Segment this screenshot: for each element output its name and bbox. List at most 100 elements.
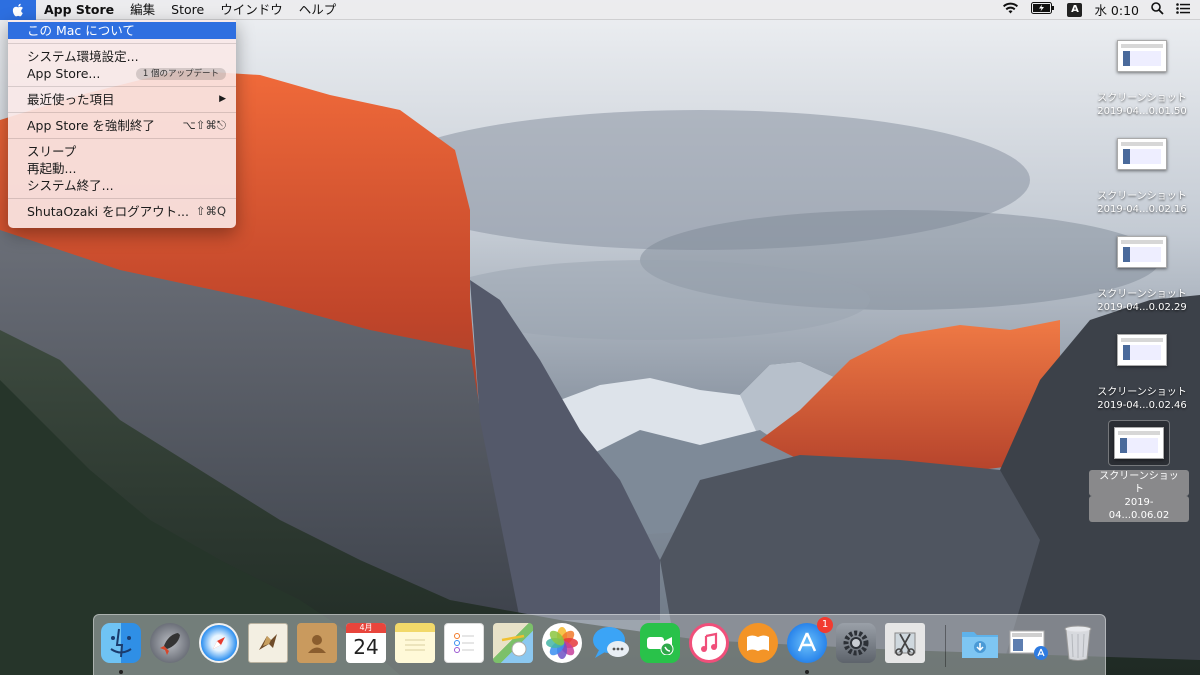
menu-item-about-this-mac[interactable]: この Mac について (8, 22, 236, 39)
update-count-badge: 1 個のアップデート (135, 67, 226, 80)
dock-ibooks[interactable] (736, 623, 780, 667)
dock-preview[interactable] (883, 623, 927, 667)
file-name: スクリーンショット (1089, 470, 1189, 496)
selection-highlight (1108, 420, 1170, 466)
dock-downloads[interactable] (958, 623, 1002, 667)
menu-separator (8, 43, 236, 44)
dock-finder[interactable] (99, 623, 143, 674)
apple-dropdown-menu: この Mac について システム環境設定... App Store... 1 個… (8, 20, 236, 228)
dock-reminders[interactable] (442, 623, 486, 667)
desktop-file-screenshot[interactable]: スクリーンショット 2019-04...0.01.50 (1092, 40, 1192, 118)
dock-facetime[interactable] (638, 623, 682, 667)
restart-label: 再起動... (27, 161, 77, 176)
file-date: 2019-04...0.02.16 (1097, 204, 1187, 215)
menu-item-shutdown[interactable]: システム終了... (8, 177, 236, 194)
itunes-icon (689, 623, 729, 663)
menu-item-system-preferences[interactable]: システム環境設定... (8, 48, 236, 65)
photos-icon (542, 623, 582, 663)
calendar-month: 4月 (346, 623, 386, 633)
screenshot-thumbnail-icon (1117, 138, 1167, 170)
spotlight-search-icon[interactable] (1151, 1, 1164, 18)
logout-label: ShutaOzaki をログアウト... (27, 204, 190, 219)
logout-shortcut: ⇧⌘Q (195, 204, 226, 218)
trash-icon (1058, 623, 1098, 663)
dock-contacts[interactable] (295, 623, 339, 667)
notification-badge: 1 (817, 617, 833, 633)
menu-item-sleep[interactable]: スリープ (8, 143, 236, 160)
screenshot-thumbnail-icon (1117, 40, 1167, 72)
file-date: 2019-04...0.02.29 (1097, 302, 1187, 313)
launchpad-icon (150, 623, 190, 663)
ibooks-icon (738, 623, 778, 663)
calendar-icon: 4月 24 (346, 623, 386, 663)
clock[interactable]: 水 0:10 (1094, 0, 1139, 19)
dock-documents[interactable] (1007, 623, 1051, 667)
menu-item-app-store[interactable]: App Store... 1 個のアップデート (8, 65, 236, 82)
screenshot-thumbnail-icon (1114, 427, 1164, 459)
menu-window[interactable]: ウインドウ (212, 0, 291, 20)
menu-separator (8, 86, 236, 87)
document-folder-icon (1009, 623, 1049, 663)
notes-icon (395, 623, 435, 663)
dock-messages[interactable] (589, 623, 633, 667)
finder-icon (101, 623, 141, 663)
system-preferences-icon (836, 623, 876, 663)
facetime-icon (640, 623, 680, 663)
about-label: この Mac について (27, 23, 135, 38)
desktop-file-screenshot[interactable]: スクリーンショット 2019-04...0.02.46 (1092, 334, 1192, 412)
menu-app-store[interactable]: App Store (36, 0, 122, 20)
notification-center-icon[interactable] (1176, 2, 1190, 17)
input-method-icon[interactable]: A (1067, 2, 1083, 17)
dock: 4月 24 1 (93, 614, 1106, 675)
file-date: 2019-04...0.02.46 (1097, 400, 1187, 411)
system-prefs-label: システム環境設定... (27, 49, 139, 64)
messages-icon (591, 623, 631, 663)
calendar-day: 24 (353, 635, 379, 659)
file-name: スクリーンショット (1097, 289, 1187, 300)
menu-edit[interactable]: 編集 (122, 0, 163, 20)
force-quit-label: App Store を強制終了 (27, 118, 155, 133)
menu-item-recent-items[interactable]: 最近使った項目 ▶ (8, 91, 236, 108)
menu-item-restart[interactable]: 再起動... (8, 160, 236, 177)
dock-separator (945, 625, 946, 667)
desktop-file-screenshot-selected[interactable]: スクリーンショット 2019-04...0.06.02 (1089, 420, 1189, 522)
running-indicator (805, 670, 809, 674)
desktop-file-screenshot[interactable]: スクリーンショット 2019-04...0.02.29 (1092, 236, 1192, 314)
downloads-icon (960, 623, 1000, 663)
battery-icon[interactable] (1031, 2, 1055, 17)
reminders-icon (444, 623, 484, 663)
running-indicator (119, 670, 123, 674)
menu-separator (8, 112, 236, 113)
force-quit-shortcut: ⌥⇧⌘⎋ (182, 118, 226, 132)
menu-help[interactable]: ヘルプ (291, 0, 345, 20)
dock-system-preferences[interactable] (834, 623, 878, 667)
menu-separator (8, 138, 236, 139)
menu-separator (8, 198, 236, 199)
status-area: A 水 0:10 (990, 0, 1200, 20)
dock-safari[interactable] (197, 623, 241, 667)
wifi-icon[interactable] (1002, 2, 1019, 17)
screenshot-thumbnail-icon (1117, 334, 1167, 366)
menu-item-force-quit[interactable]: App Store を強制終了 ⌥⇧⌘⎋ (8, 117, 236, 134)
dock-photos[interactable] (540, 623, 584, 667)
apple-menu-icon[interactable] (0, 0, 36, 20)
dock-trash[interactable] (1056, 623, 1100, 667)
menu-bar: App Store 編集 Store ウインドウ ヘルプ A 水 0:10 (0, 0, 1200, 20)
dock-mail[interactable] (246, 623, 290, 667)
dock-maps[interactable] (491, 623, 535, 667)
preview-icon (885, 623, 925, 663)
dock-calendar[interactable]: 4月 24 (344, 623, 388, 667)
dock-launchpad[interactable] (148, 623, 192, 667)
file-date: 2019-04...0.06.02 (1089, 496, 1189, 522)
desktop-file-screenshot[interactable]: スクリーンショット 2019-04...0.02.16 (1092, 138, 1192, 216)
dock-app-store[interactable]: 1 (785, 617, 833, 674)
safari-icon (199, 623, 239, 663)
submenu-arrow-icon: ▶ (219, 94, 226, 104)
dock-itunes[interactable] (687, 623, 731, 667)
dock-notes[interactable] (393, 623, 437, 667)
file-date: 2019-04...0.01.50 (1097, 106, 1187, 117)
menu-item-logout[interactable]: ShutaOzaki をログアウト... ⇧⌘Q (8, 203, 236, 220)
maps-icon (493, 623, 533, 663)
shutdown-label: システム終了... (27, 178, 114, 193)
menu-store[interactable]: Store (163, 0, 212, 20)
